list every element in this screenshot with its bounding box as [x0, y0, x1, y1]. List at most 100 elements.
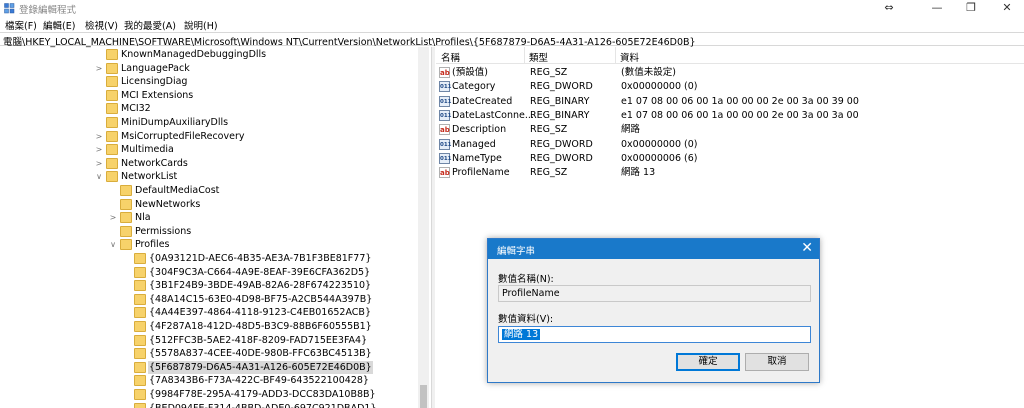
- tree-item[interactable]: KnownManagedDebuggingDlls: [0, 48, 418, 62]
- folder-icon: [134, 361, 146, 373]
- cancel-button[interactable]: 取消: [745, 353, 809, 371]
- value-data: (數值未設定): [621, 67, 676, 78]
- tree-item[interactable]: > NetworkCards: [0, 157, 418, 171]
- tree-item[interactable]: MiniDumpAuxiliaryDlls: [0, 116, 418, 130]
- tree-item-selected[interactable]: {5F687879-D6A5-4A31-A126-605E72E46D0B}: [0, 360, 418, 375]
- tree-item-label: {48A14C15-63E0-4D98-BF75-A2CB544A397B}: [149, 293, 373, 305]
- tree-item[interactable]: {4A44E397-4864-4118-9123-C4EB01652ACB}: [0, 306, 418, 320]
- value-name: DateCreated: [452, 95, 513, 107]
- address-path[interactable]: 電腦\HKEY_LOCAL_MACHINE\SOFTWARE\Microsoft…: [3, 34, 696, 48]
- pane-splitter[interactable]: [431, 47, 435, 408]
- tree-item[interactable]: > Multimedia: [0, 143, 418, 157]
- folder-icon: [134, 293, 146, 305]
- tree-item-label: {4A44E397-4864-4118-9123-C4EB01652ACB}: [149, 307, 371, 319]
- folder-icon: [106, 103, 118, 115]
- value-name-text: ProfileName: [502, 288, 560, 299]
- tree-item[interactable]: {304F9C3A-C664-4A9E-8EAF-39E6CFA362D5}: [0, 266, 418, 280]
- value-name: ProfileName: [452, 167, 510, 179]
- tree-item[interactable]: {5578A837-4CEE-40DE-980B-FFC63BC4513B}: [0, 347, 418, 361]
- column-header-type[interactable]: 類型: [529, 50, 548, 64]
- value-data: e1 07 08 00 06 00 1a 00 00 00 2e 00 3a 0…: [621, 109, 859, 121]
- tree-item-label: {4F287A18-412D-48D5-B3C9-88B6F60555B1}: [149, 321, 372, 332]
- tree-item[interactable]: {0A93121D-AEC6-4B35-AE3A-7B1F3BE81F77}: [0, 252, 418, 266]
- tree-item[interactable]: DefaultMediaCost: [0, 184, 418, 198]
- expand-chevron-icon[interactable]: >: [109, 211, 117, 224]
- folder-icon: [106, 49, 118, 60]
- expand-chevron-icon[interactable]: >: [95, 62, 103, 75]
- value-row[interactable]: ab ProfileName REG_SZ 網路 13: [436, 166, 1024, 180]
- tree-item[interactable]: {512FFC3B-5AE2-418F-8209-FAD715EE3FA4}: [0, 334, 418, 348]
- column-header-name[interactable]: 名稱: [441, 50, 460, 64]
- tree-item-label: {7A8343B6-F73A-422C-BF49-643522100428}: [149, 375, 369, 387]
- value-type: REG_SZ: [530, 67, 568, 78]
- folder-icon: [120, 212, 132, 224]
- dialog-close-icon[interactable]: ✕: [801, 240, 813, 256]
- value-type: REG_SZ: [530, 167, 568, 179]
- value-row[interactable]: 011 NameType REG_DWORD 0x00000006 (6): [436, 152, 1024, 166]
- value-row[interactable]: ab (預設值) REG_SZ (數值未設定): [436, 66, 1024, 80]
- expand-chevron-icon[interactable]: >: [95, 143, 103, 156]
- tree-item[interactable]: {7A8343B6-F73A-422C-BF49-643522100428}: [0, 374, 418, 388]
- binary-value-icon: 011: [439, 81, 451, 93]
- collapse-chevron-icon[interactable]: ∨: [109, 238, 117, 251]
- registry-tree[interactable]: KnownManagedDebuggingDlls > LanguagePack Li…: [0, 47, 430, 408]
- folder-icon: [134, 334, 146, 346]
- tree-item[interactable]: LicensingDiag: [0, 75, 418, 89]
- minimize-button[interactable]: —: [920, 0, 954, 17]
- value-name: DateLastConne...: [452, 109, 534, 121]
- tree-item[interactable]: ∨ Profiles: [0, 238, 418, 252]
- value-type: REG_DWORD: [530, 81, 593, 93]
- column-divider[interactable]: [615, 47, 616, 63]
- tree-item-label: NetworkCards: [121, 157, 188, 169]
- edit-string-dialog: 編輯字串 ✕ 數值名稱(N): ProfileName 數值資料(V): 網路 …: [487, 238, 820, 383]
- tree-item[interactable]: > Nla: [0, 211, 418, 225]
- menu-favorites[interactable]: 我的最愛(A): [124, 18, 176, 32]
- address-bar[interactable]: 電腦\HKEY_LOCAL_MACHINE\SOFTWARE\Microsoft…: [0, 32, 1024, 48]
- tree-item[interactable]: {BED094FE-F314-4BBD-ADE0-697C921DBAD1}: [0, 402, 418, 408]
- value-row[interactable]: 011 Category REG_DWORD 0x00000000 (0): [436, 80, 1024, 94]
- tree-item-label: MCI Extensions: [121, 89, 194, 101]
- expand-chevron-icon[interactable]: >: [95, 157, 103, 170]
- string-value-icon: ab: [439, 67, 450, 78]
- column-header-data[interactable]: 資料: [620, 50, 639, 64]
- tree-item[interactable]: ∨ NetworkList: [0, 170, 418, 184]
- close-button[interactable]: ✕: [990, 0, 1024, 17]
- folder-icon: [106, 117, 118, 128]
- tree-item[interactable]: > LanguagePack: [0, 62, 418, 76]
- value-data: 網路: [621, 124, 641, 136]
- value-row[interactable]: 011 Managed REG_DWORD 0x00000000 (0): [436, 138, 1024, 152]
- column-divider[interactable]: [524, 47, 525, 63]
- value-data-input[interactable]: 網路 13: [498, 326, 811, 343]
- menu-view[interactable]: 檢視(V): [85, 18, 118, 32]
- tree-item-label: {0A93121D-AEC6-4B35-AE3A-7B1F3BE81F77}: [149, 253, 372, 264]
- menu-bar: 檔案(F) 編輯(E) 檢視(V) 我的最愛(A) 說明(H): [0, 17, 1024, 32]
- folder-icon: [134, 348, 146, 360]
- menu-file[interactable]: 檔案(F): [5, 18, 37, 32]
- ok-button[interactable]: 確定: [676, 353, 740, 371]
- value-row[interactable]: 011 DateCreated REG_BINARY e1 07 08 00 06 0…: [436, 95, 1024, 109]
- tree-item[interactable]: > MsiCorruptedFileRecovery: [0, 130, 418, 144]
- value-data: 0x00000006 (6): [621, 152, 698, 164]
- tree-item[interactable]: {4F287A18-412D-48D5-B3C9-88B6F60555B1}: [0, 320, 418, 334]
- tree-item[interactable]: Permissions: [0, 225, 418, 239]
- value-row[interactable]: ab Description REG_SZ 網路: [436, 123, 1024, 137]
- collapse-chevron-icon[interactable]: ∨: [95, 170, 103, 183]
- maximize-button[interactable]: ❐: [954, 0, 988, 17]
- value-data-text[interactable]: 網路 13: [502, 329, 541, 340]
- menu-help[interactable]: 說明(H): [184, 18, 218, 32]
- folder-icon: [120, 185, 132, 196]
- tree-item[interactable]: MCI Extensions: [0, 89, 418, 103]
- value-row[interactable]: 011 DateLastConne... REG_BINARY e1 07 08 00…: [436, 109, 1024, 123]
- tree-item[interactable]: {3B1F24B9-3BDE-49AB-82A6-28F674223510}: [0, 279, 418, 293]
- expand-chevron-icon[interactable]: >: [95, 130, 103, 143]
- tree-item[interactable]: {9984F78E-295A-4179-ADD3-DCC83DA10B8B}: [0, 388, 418, 402]
- menu-edit[interactable]: 編輯(E): [43, 18, 75, 32]
- tree-item[interactable]: MCI32: [0, 102, 418, 116]
- tree-item[interactable]: NewNetworks: [0, 198, 418, 212]
- tree-item[interactable]: {48A14C15-63E0-4D98-BF75-A2CB544A397B}: [0, 293, 418, 307]
- value-name: NameType: [452, 152, 502, 164]
- tree-scrollbar-thumb[interactable]: [420, 385, 427, 408]
- tree-item-label: MsiCorruptedFileRecovery: [121, 130, 245, 142]
- value-name-label: 數值名稱(N):: [498, 274, 554, 285]
- tree-scrollbar[interactable]: [418, 47, 429, 408]
